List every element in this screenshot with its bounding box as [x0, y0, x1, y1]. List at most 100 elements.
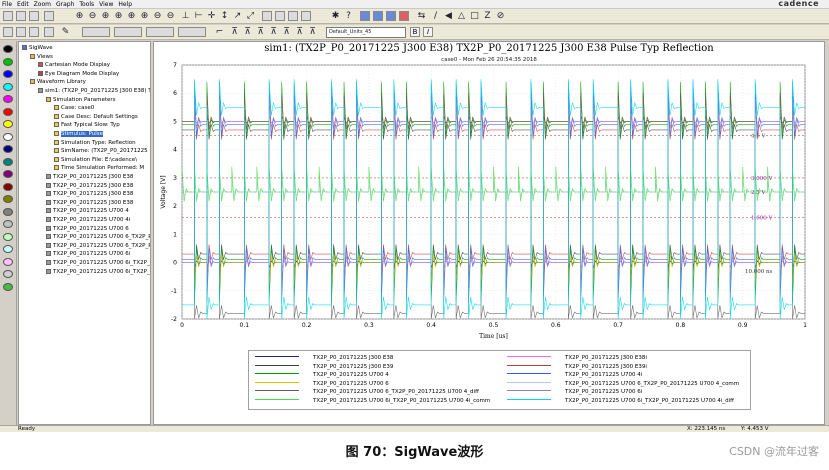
- menu-file[interactable]: File: [2, 0, 12, 9]
- legend-entry[interactable]: TX2P_P0_20171225 J300 E38: [255, 354, 393, 362]
- tree-item[interactable]: Time Simulation Performed: M: [54, 164, 144, 172]
- grid-icon[interactable]: [262, 11, 272, 21]
- cursor-7-icon[interactable]: ⊼: [307, 26, 318, 38]
- cursor-5-icon[interactable]: ⊼: [281, 26, 292, 38]
- tree-item[interactable]: TX2P_P0_20171225 J300 E38: [46, 173, 133, 181]
- palette-swatch[interactable]: [3, 70, 13, 78]
- marker-horizontal-icon[interactable]: ⊢: [193, 10, 204, 22]
- menu-graph[interactable]: Graph: [56, 0, 74, 9]
- legend-entry[interactable]: TX2P_P0_20171225 U700 6i_TX2P_P0_2017122…: [255, 397, 490, 405]
- waveform-toggle-icon[interactable]: [3, 27, 13, 37]
- zoom-fit-icon[interactable]: ⊕: [100, 10, 111, 22]
- tree-item[interactable]: Case Desc: Default Settings: [54, 113, 138, 121]
- line-draw-icon[interactable]: /: [430, 10, 441, 22]
- tree-item[interactable]: Simulation File: E:\cadence\: [54, 156, 137, 164]
- measure-icon[interactable]: ↕: [219, 10, 230, 22]
- arrow-draw-icon[interactable]: ◀: [443, 10, 454, 22]
- units-select[interactable]: Default_Units_45: [326, 27, 406, 38]
- zoom-out-icon[interactable]: ⊖: [87, 10, 98, 22]
- tree-item[interactable]: Simulation Parameters: [46, 96, 116, 104]
- simulate-icon[interactable]: [373, 11, 383, 21]
- menu-edit[interactable]: Edit: [17, 0, 29, 9]
- triangle-icon[interactable]: △: [456, 10, 467, 22]
- palette-swatch[interactable]: [3, 220, 13, 228]
- tree-item[interactable]: Cartesian Mode Display: [38, 61, 110, 69]
- eye-view-icon[interactable]: [288, 11, 298, 21]
- tree-item[interactable]: Waveform Library: [30, 78, 86, 86]
- tree-item[interactable]: TX2P_P0_20171225 J300 E38: [46, 182, 133, 190]
- palette-swatch[interactable]: [3, 282, 13, 291]
- cursor-4-icon[interactable]: ⊼: [268, 26, 279, 38]
- fft-icon[interactable]: [399, 11, 409, 21]
- palette-swatch[interactable]: [3, 195, 13, 203]
- marker-cross-icon[interactable]: ✛: [206, 10, 217, 22]
- waveform-hide-icon[interactable]: [29, 27, 39, 37]
- delta-icon[interactable]: ⤢: [245, 10, 256, 22]
- zoom-next-icon[interactable]: ⊖: [165, 10, 176, 22]
- zoom-y-icon[interactable]: ⊕: [139, 10, 150, 22]
- rect-draw-icon[interactable]: □: [469, 10, 480, 22]
- menu-tools[interactable]: Tools: [79, 0, 94, 9]
- line-width-icon[interactable]: [114, 27, 142, 37]
- open-icon[interactable]: [16, 11, 26, 21]
- menu-view[interactable]: View: [99, 0, 113, 9]
- tree-item[interactable]: Stimulus: Pulse: [54, 130, 103, 138]
- table-icon[interactable]: [301, 11, 311, 21]
- legend-entry[interactable]: TX2P_P0_20171225 J300 E39: [255, 363, 393, 371]
- cursor-2-icon[interactable]: ⊼: [242, 26, 253, 38]
- legend-entry[interactable]: TX2P_P0_20171225 U700 6i_TX2P_P0_2017122…: [507, 397, 734, 405]
- waveform-chart[interactable]: -2 -1 0 1 2 3 4 5 6 7 0 0.1 0.2 0.3 0.4 0.5 0.6 0.7 0.8 0.9…: [153, 41, 825, 346]
- tree-item[interactable]: Views: [30, 53, 53, 61]
- line-style-icon[interactable]: [82, 27, 110, 37]
- marker-style-icon[interactable]: [146, 27, 174, 37]
- z-order-icon[interactable]: Z: [482, 10, 493, 22]
- tree-item[interactable]: Fast Typical Slow: Typ: [54, 121, 120, 129]
- palette-swatch[interactable]: [3, 257, 13, 266]
- legend-entry[interactable]: TX2P_P0_20171225 J300 E39i: [507, 363, 647, 371]
- tree-item[interactable]: TX2P_P0_20171225 U700 6i_TX2P_P0: [46, 259, 150, 267]
- palette-swatch[interactable]: [3, 45, 13, 53]
- legend-entry[interactable]: TX2P_P0_20171225 U700 6_TX2P_P0_20171225…: [507, 380, 739, 388]
- zoom-box-icon[interactable]: ⊕: [113, 10, 124, 22]
- help-icon[interactable]: ?: [343, 10, 354, 22]
- palette-swatch[interactable]: [3, 120, 13, 128]
- tree-item[interactable]: TX2P_P0_20171225 U700 6i: [46, 250, 130, 258]
- waveform-show-icon[interactable]: [16, 27, 26, 37]
- marker-vertical-icon[interactable]: ⊥: [180, 10, 191, 22]
- palette-swatch[interactable]: [3, 95, 13, 103]
- italic-button[interactable]: I: [423, 27, 433, 37]
- tree-item[interactable]: TX2P_P0_20171225 U700 4: [46, 207, 129, 215]
- palette-swatch[interactable]: [3, 132, 13, 141]
- delete-icon[interactable]: ⊘: [495, 10, 506, 22]
- tree-item[interactable]: TX2P_P0_20171225 U700 6_TX2P_P0: [46, 233, 150, 241]
- eye-mask-icon[interactable]: [360, 11, 370, 21]
- palette-swatch[interactable]: [3, 170, 13, 178]
- legend-entry[interactable]: TX2P_P0_20171225 J300 E38i: [507, 354, 647, 362]
- tree-item[interactable]: Simulation Type: Reflection: [54, 139, 136, 147]
- palette-swatch[interactable]: [3, 232, 13, 241]
- axis-icon[interactable]: ⌐: [214, 26, 225, 38]
- tree-item[interactable]: SigWave: [22, 44, 53, 52]
- palette-swatch[interactable]: [3, 145, 13, 153]
- menu-zoom[interactable]: Zoom: [34, 0, 51, 9]
- cursor-1-icon[interactable]: ⊼: [229, 26, 240, 38]
- tree-item[interactable]: TX2P_P0_20171225 U700 6_TX2P_P0: [46, 242, 150, 250]
- fill-style-icon[interactable]: [178, 27, 206, 37]
- legend-entry[interactable]: TX2P_P0_20171225 U700 4i: [507, 371, 642, 379]
- palette-swatch[interactable]: [3, 207, 13, 216]
- cartesian-icon[interactable]: [275, 11, 285, 21]
- legend-entry[interactable]: TX2P_P0_20171225 U700 4: [255, 371, 389, 379]
- palette-swatch[interactable]: [3, 182, 13, 191]
- zoom-in-icon[interactable]: ⊕: [74, 10, 85, 22]
- info-icon[interactable]: ✱: [330, 10, 341, 22]
- waveform-add-icon[interactable]: [44, 27, 54, 37]
- tree-item[interactable]: TX2P_P0_20171225 U700 6: [46, 225, 129, 233]
- save-icon[interactable]: [29, 11, 39, 21]
- legend-entry[interactable]: TX2P_P0_20171225 U700 6: [255, 380, 389, 388]
- arrow-icon[interactable]: ⇆: [416, 10, 427, 22]
- menu-help[interactable]: Help: [118, 0, 132, 9]
- palette-swatch[interactable]: [3, 270, 13, 278]
- measure-ms-icon[interactable]: [386, 11, 396, 21]
- tree-item[interactable]: Case: case0: [54, 104, 94, 112]
- legend-entry[interactable]: TX2P_P0_20171225 U700 6_TX2P_P0_20171225…: [255, 388, 479, 396]
